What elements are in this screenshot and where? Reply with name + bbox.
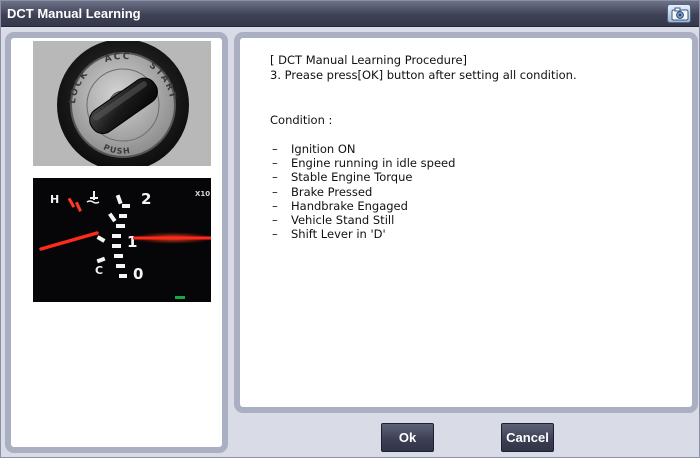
ignition-switch-image: LOCK ACC START PUSH [33, 39, 211, 171]
gauge-hot-label: H [50, 193, 59, 206]
window-title: DCT Manual Learning [7, 6, 141, 21]
procedure-step: 3. Prease press[OK] button after setting… [270, 68, 577, 82]
tach-scale-2: 2 [141, 190, 151, 208]
temperature-gauge-image: H 2 1 0 C X10 [33, 178, 215, 302]
condition-item: Shift Lever in 'D' [272, 227, 455, 241]
procedure-panel: [ DCT Manual Learning Procedure] 3. Prea… [234, 32, 698, 413]
condition-item: Vehicle Stand Still [272, 213, 455, 227]
tach-multiplier-label: X10 [195, 190, 210, 198]
ok-button[interactable]: Ok [381, 423, 434, 452]
condition-item: Ignition ON [272, 142, 455, 156]
condition-item: Stable Engine Torque [272, 170, 455, 184]
condition-item: Engine running in idle speed [272, 156, 455, 170]
gauge-cold-label: C [95, 264, 103, 277]
condition-label: Condition : [270, 113, 333, 127]
title-bar: DCT Manual Learning [1, 1, 699, 27]
camera-icon[interactable] [667, 4, 691, 23]
procedure-title: [ DCT Manual Learning Procedure] [270, 53, 467, 67]
condition-item: Handbrake Engaged [272, 199, 455, 213]
condition-item: Brake Pressed [272, 185, 455, 199]
tach-scale-0: 0 [133, 265, 143, 283]
cancel-button[interactable]: Cancel [501, 423, 554, 452]
image-panel: LOCK ACC START PUSH H 2 1 0 C X10 [5, 32, 228, 453]
condition-list: Ignition ON Engine running in idle speed… [272, 142, 455, 241]
dct-manual-learning-window: DCT Manual Learning LOCK ACC START PUSH … [0, 0, 700, 458]
